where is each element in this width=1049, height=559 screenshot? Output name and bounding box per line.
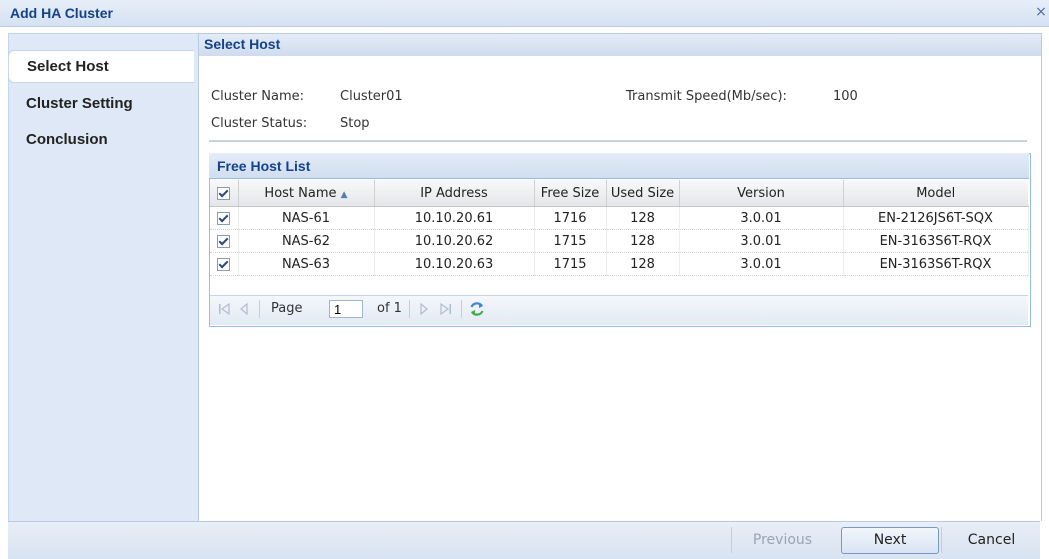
divider <box>209 140 1027 142</box>
prev-page-icon[interactable] <box>237 302 251 316</box>
last-page-icon[interactable] <box>439 302 453 316</box>
host-table: Host Name ▲ IP Address Free Size Used Si… <box>210 180 1029 276</box>
transmit-speed-value: 100 <box>833 89 858 104</box>
main-panel-header <box>198 33 1042 57</box>
cluster-status-value: Stop <box>340 116 370 131</box>
first-page-icon[interactable] <box>217 302 231 316</box>
table-row[interactable]: NAS-62 10.10.20.62 1715 128 3.0.01 EN-31… <box>210 229 1029 253</box>
cell-model: EN-2126JS6T-SQX <box>843 206 1029 230</box>
pager-separator <box>461 300 462 318</box>
main-panel-title: Select Host <box>204 36 281 52</box>
pager-separator <box>409 300 410 318</box>
column-header-model[interactable]: Model <box>843 180 1028 207</box>
row-checkbox[interactable] <box>217 257 231 271</box>
cell-ip: 10.10.20.61 <box>374 206 535 230</box>
table-header-row: Host Name ▲ IP Address Free Size Used Si… <box>210 180 1028 207</box>
transmit-speed-label: Transmit Speed(Mb/sec): <box>626 89 787 104</box>
page-number-input[interactable] <box>329 300 363 318</box>
cancel-button[interactable]: Cancel <box>944 527 1039 554</box>
footer-separator <box>941 527 942 553</box>
cell-version: 3.0.01 <box>679 206 844 230</box>
footer-separator <box>731 527 732 553</box>
cluster-status-label: Cluster Status: <box>211 116 308 131</box>
grid-title: Free Host List <box>217 158 311 174</box>
row-checkbox[interactable] <box>217 211 231 225</box>
table-row[interactable]: NAS-63 10.10.20.63 1715 128 3.0.01 EN-31… <box>210 252 1029 276</box>
cluster-name-label: Cluster Name: <box>211 89 305 104</box>
column-header-ip[interactable]: IP Address <box>374 180 535 207</box>
cell-model: EN-3163S6T-RQX <box>843 252 1029 276</box>
cell-free-size: 1716 <box>534 206 607 230</box>
cell-version: 3.0.01 <box>679 229 844 253</box>
column-header-used-size[interactable]: Used Size <box>606 180 680 207</box>
window-title: Add HA Cluster <box>10 5 113 21</box>
close-icon[interactable]: × <box>1033 4 1049 20</box>
cell-used-size: 128 <box>606 206 680 230</box>
sort-asc-icon: ▲ <box>340 189 348 200</box>
step-cluster-setting[interactable]: Cluster Setting <box>8 88 194 120</box>
page-count-label: of 1 <box>377 301 402 316</box>
cell-used-size: 128 <box>606 229 680 253</box>
refresh-icon[interactable] <box>468 300 486 318</box>
cell-free-size: 1715 <box>534 252 607 276</box>
column-header-version[interactable]: Version <box>679 180 844 207</box>
cell-host-name: NAS-63 <box>238 252 375 276</box>
previous-button[interactable]: Previous <box>735 527 830 554</box>
cell-used-size: 128 <box>606 252 680 276</box>
cell-host-name: NAS-62 <box>238 229 375 253</box>
cell-version: 3.0.01 <box>679 252 844 276</box>
cluster-name-value: Cluster01 <box>340 89 403 104</box>
cell-host-name: NAS-61 <box>238 206 375 230</box>
step-select-host[interactable]: Select Host <box>8 50 194 83</box>
table-row[interactable]: NAS-61 10.10.20.61 1716 128 3.0.01 EN-21… <box>210 206 1029 230</box>
step-conclusion[interactable]: Conclusion <box>8 124 194 156</box>
next-button[interactable]: Next <box>841 527 939 554</box>
page-label: Page <box>271 301 303 316</box>
cell-free-size: 1715 <box>534 229 607 253</box>
select-all-header[interactable] <box>210 180 239 207</box>
column-header-host-name[interactable]: Host Name ▲ <box>238 180 375 207</box>
cell-ip: 10.10.20.63 <box>374 252 535 276</box>
pager-separator <box>259 300 260 318</box>
column-header-free-size[interactable]: Free Size <box>534 180 607 207</box>
grid-title-bar <box>209 153 1029 179</box>
cell-model: EN-3163S6T-RQX <box>843 229 1029 253</box>
row-checkbox[interactable] <box>217 234 231 248</box>
select-all-checkbox[interactable] <box>217 186 231 200</box>
next-page-icon[interactable] <box>417 302 431 316</box>
cell-ip: 10.10.20.62 <box>374 229 535 253</box>
window-titlebar <box>0 0 1049 27</box>
